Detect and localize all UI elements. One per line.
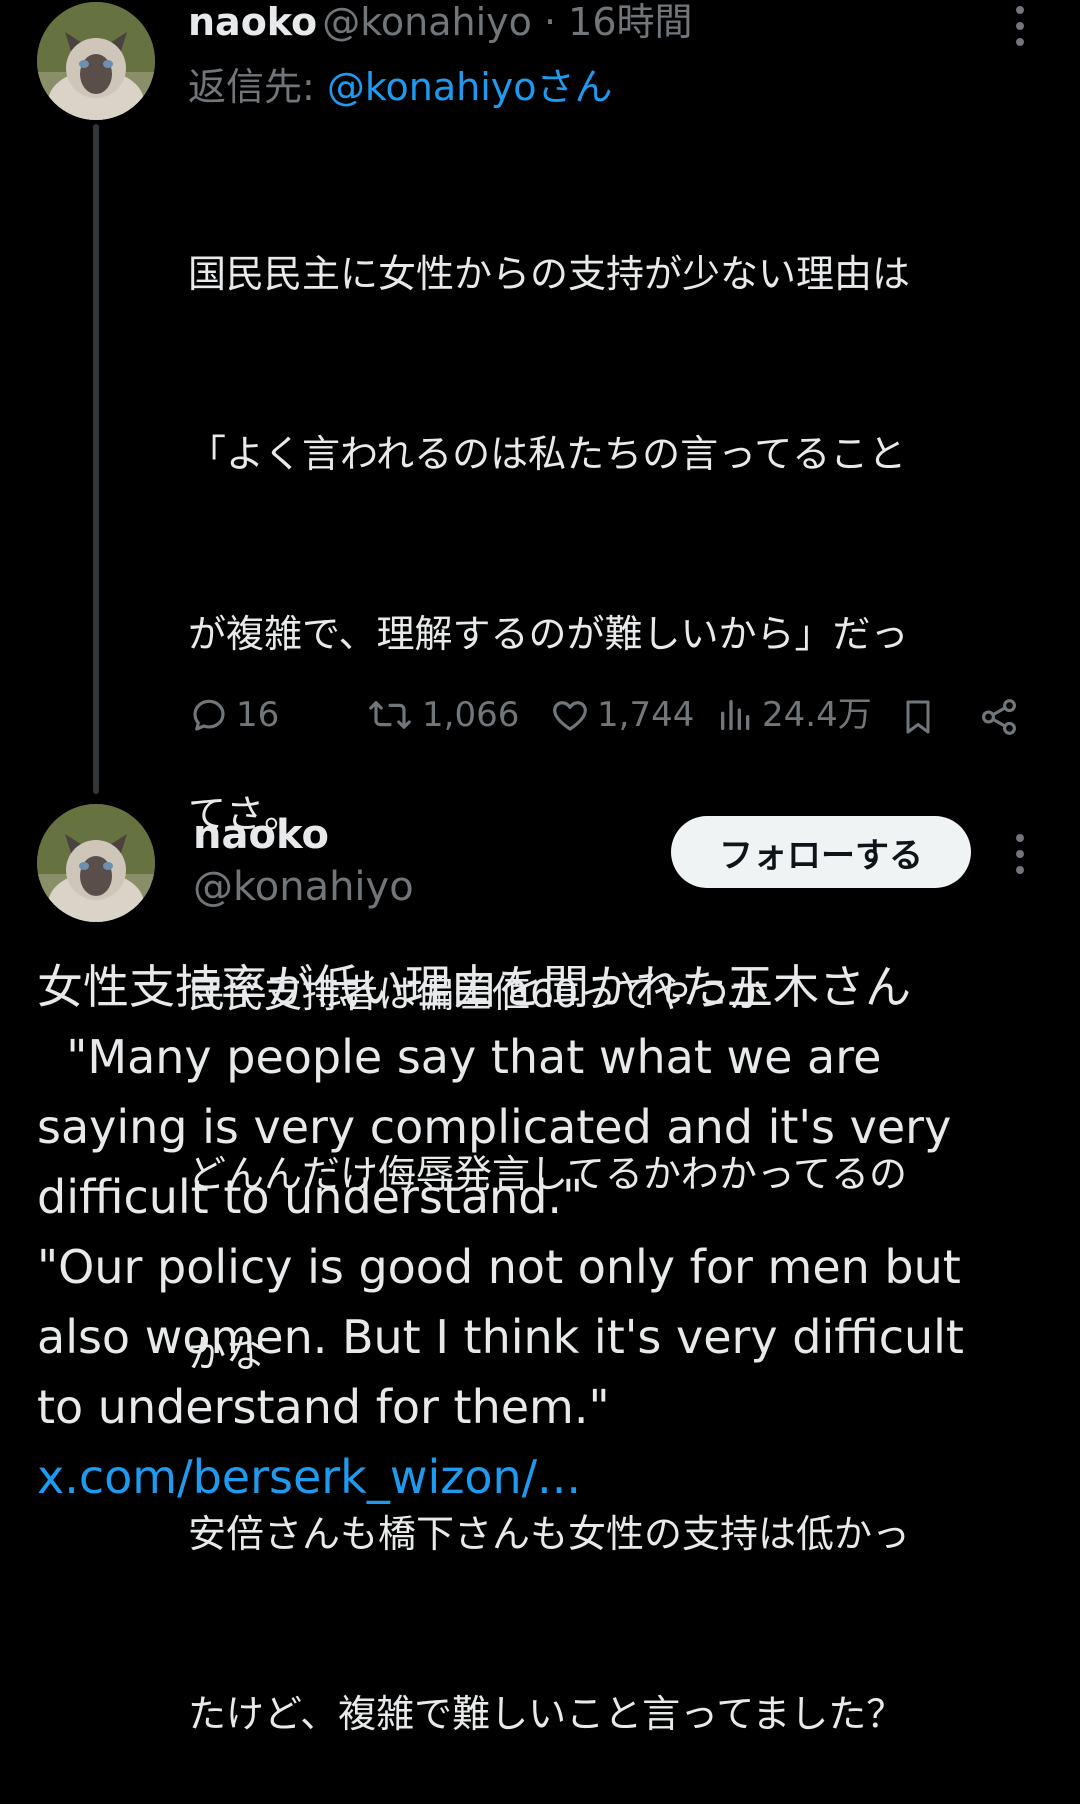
- thread-line: [93, 124, 99, 794]
- like-button[interactable]: 1,744: [549, 694, 694, 736]
- cat-avatar-image: [37, 2, 155, 120]
- reply-prefix: 返信先:: [188, 65, 327, 109]
- avatar[interactable]: [37, 2, 155, 120]
- views-button[interactable]: 24.4万: [716, 694, 872, 736]
- author-name[interactable]: naoko: [188, 0, 317, 44]
- body-line: たけど、複雑で難しいこと言ってました？: [188, 1692, 905, 1736]
- author-name[interactable]: naoko: [193, 811, 329, 859]
- body-line: saying is very complicated and it's very: [37, 1100, 952, 1154]
- share-icon: [982, 699, 1016, 735]
- body-line: "Many people say that what we are: [37, 1030, 882, 1084]
- body-line: 国民民主に女性からの支持が少ない理由は: [188, 252, 911, 296]
- body-line: 「よく言われるのは私たちの言ってること: [188, 432, 907, 476]
- body-line: also women. But I think it's very diffic…: [37, 1310, 964, 1364]
- reply-icon: [193, 699, 225, 731]
- body-line: が複雑で、理解するのが難しいから」だっ: [188, 612, 909, 656]
- bookmark-icon: [906, 700, 930, 734]
- repost-count: 1,066: [422, 695, 520, 735]
- views-count: 24.4万: [762, 695, 872, 735]
- more-icon[interactable]: [1008, 6, 1032, 46]
- reply-context: 返信先: @konahiyoさん: [188, 64, 613, 110]
- tweet2-body: 女性支持率が低い理由を聞かれた玉木さん "Many people say tha…: [37, 952, 1047, 1512]
- avatar[interactable]: [37, 804, 155, 922]
- cat-avatar-image: [37, 804, 155, 922]
- timestamp[interactable]: 16時間: [568, 0, 692, 44]
- tweet-link[interactable]: x.com/berserk_wizon/...: [37, 1442, 1047, 1512]
- like-count: 1,744: [597, 695, 695, 735]
- body-line: 安倍さんも橋下さんも女性の支持は低かっ: [188, 1512, 911, 1556]
- follow-button[interactable]: フォローする: [671, 816, 971, 888]
- tweet1-header: naoko @konahiyo · 16時間: [188, 0, 693, 44]
- reply-mention-link[interactable]: @konahiyoさん: [327, 65, 613, 109]
- body-line: difficult to understand.": [37, 1170, 584, 1224]
- views-icon: [721, 700, 750, 730]
- body-line: 女性支持率が低い理由を聞かれた玉木さん: [37, 960, 911, 1014]
- reply-button[interactable]: 16: [188, 694, 279, 736]
- author-handle[interactable]: @konahiyo: [193, 863, 414, 911]
- body-line: to understand for them.": [37, 1380, 610, 1434]
- separator: ·: [531, 0, 569, 44]
- reply-count: 16: [236, 695, 280, 735]
- bookmark-button[interactable]: [898, 696, 938, 742]
- share-button[interactable]: [978, 696, 1020, 742]
- like-icon: [553, 701, 587, 731]
- author-handle[interactable]: @konahiyo: [322, 0, 532, 44]
- body-line: "Our policy is good not only for men but: [37, 1240, 961, 1294]
- repost-button[interactable]: 1,066: [364, 694, 519, 736]
- more-icon[interactable]: [1008, 834, 1032, 874]
- repost-icon: [369, 701, 411, 729]
